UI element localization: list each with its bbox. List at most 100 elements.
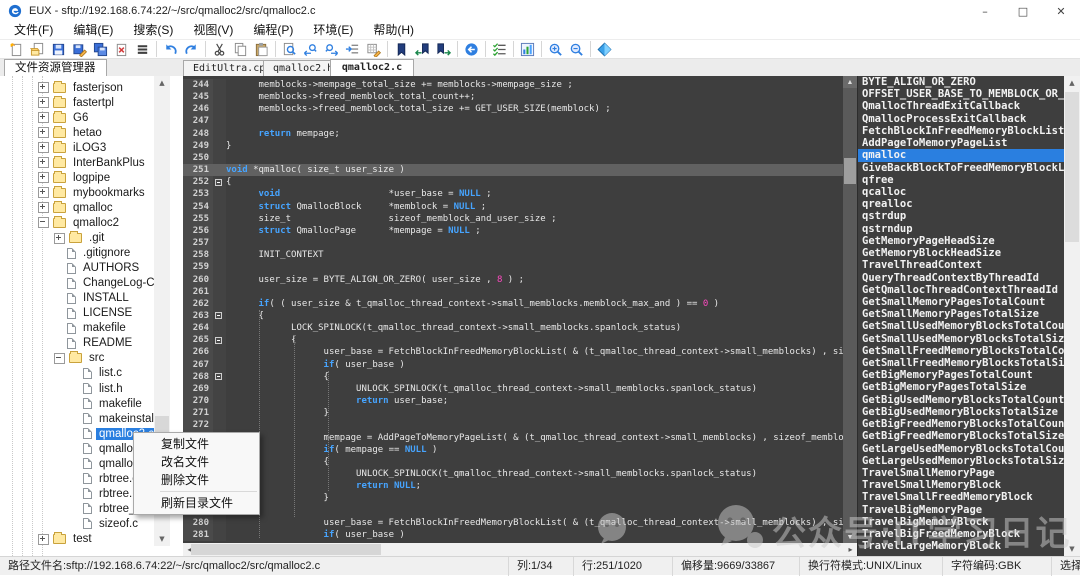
function-list-item-TravelBigMemoryBlock[interactable]: TravelBigMemoryBlock [858,516,1065,528]
tree-item-rbtree.h[interactable]: rbtree.h [70,486,142,501]
redo-button[interactable] [181,40,202,58]
function-list-item-GetBigFreedMemoryBlocksTotalCount[interactable]: GetBigFreedMemoryBlocksTotalCount [858,418,1065,430]
collapse-icon[interactable] [38,217,49,228]
fold-collapse-icon[interactable] [215,179,222,186]
code-editor[interactable]: 244 memblocks->mempage_total_size += mem… [183,76,843,546]
function-list-item-qstrndup[interactable]: qstrndup [858,223,1065,235]
find-next-button[interactable] [321,40,342,58]
tree-item-qmalloc[interactable]: qmalloc [38,200,116,215]
tree-item-LICENSE[interactable]: LICENSE [54,306,135,321]
tree-scroll-up-icon[interactable]: ▲ [154,76,170,90]
bookmark-prev-button[interactable] [412,40,433,58]
editor-h-scrollbar[interactable]: ◂ ▸ [183,543,857,556]
function-list-item-GetBigUsedMemoryBlocksTotalCount[interactable]: GetBigUsedMemoryBlocksTotalCount [858,394,1065,406]
symbols-scrollbar-thumb[interactable] [1065,92,1079,242]
expand-icon[interactable] [38,202,49,213]
tree-item-README[interactable]: README [54,336,135,351]
menu-item-6[interactable]: 帮助(H) [363,22,424,39]
bookmark-button[interactable] [391,40,412,58]
context-menu-item-1[interactable]: 改名文件 [134,453,259,471]
tree-item-.git[interactable]: .git [54,231,107,246]
function-list-item-GetSmallFreedMemoryBlocksTotalCou[interactable]: GetSmallFreedMemoryBlocksTotalCou [858,345,1065,357]
function-list-item-FetchBlockInFreedMemoryBlockList[interactable]: FetchBlockInFreedMemoryBlockList [858,125,1065,137]
tree-item-G6[interactable]: G6 [38,110,91,125]
function-list-item-OFFSET_USER_BASE_TO_MEMBLOCK_OR_N[interactable]: OFFSET_USER_BASE_TO_MEMBLOCK_OR_N [858,88,1065,100]
expand-icon[interactable] [38,112,49,123]
function-list-item-GetSmallMemoryPagesTotalSize[interactable]: GetSmallMemoryPagesTotalSize [858,308,1065,320]
function-list-item-TravelThreadContext[interactable]: TravelThreadContext [858,259,1065,271]
menu-item-3[interactable]: 视图(V) [183,22,243,39]
function-list-item-qmalloc[interactable]: qmalloc [858,149,1065,161]
function-list-item-GetSmallUsedMemoryBlocksTotalSize[interactable]: GetSmallUsedMemoryBlocksTotalSize [858,333,1065,345]
fold-collapse-icon[interactable] [215,373,222,380]
function-list-item-GetSmallMemoryPagesTotalCount[interactable]: GetSmallMemoryPagesTotalCount [858,296,1065,308]
symbols-scroll-up-icon[interactable]: ▲ [1064,76,1080,90]
function-list-item-GetBigFreedMemoryBlocksTotalSize[interactable]: GetBigFreedMemoryBlocksTotalSize [858,430,1065,442]
function-list-item-GetBigMemoryPagesTotalSize[interactable]: GetBigMemoryPagesTotalSize [858,381,1065,393]
back-button[interactable] [461,40,482,58]
h-scrollbar-thumb[interactable] [191,544,381,555]
tree-scroll-down-icon[interactable]: ▼ [154,532,170,546]
tree-item-makefile[interactable]: makefile [70,396,145,411]
expand-icon[interactable] [38,82,49,93]
close-button[interactable]: ✕ [1042,0,1080,22]
paste-button[interactable] [251,40,272,58]
function-list-item-GetLargeUsedMemoryBlocksTotalSize[interactable]: GetLargeUsedMemoryBlocksTotalSize [858,455,1065,467]
tree-item-test[interactable]: test [38,532,95,547]
tree-item-list.h[interactable]: list.h [70,381,126,396]
function-list-item-GetSmallFreedMemoryBlocksTotalSiz[interactable]: GetSmallFreedMemoryBlocksTotalSiz [858,357,1065,369]
save-button[interactable] [48,40,69,58]
function-list-scrollbar[interactable]: ▲ ▼ [1064,76,1080,556]
tree-item-mybookmarks[interactable]: mybookmarks [38,185,148,200]
tree-item-iLOG3[interactable]: iLOG3 [38,140,109,155]
replace-in-files-button[interactable] [363,40,384,58]
sidebar-tab-file-explorer[interactable]: 文件资源管理器 [4,59,107,76]
todo-list-button[interactable] [489,40,510,58]
expand-icon[interactable] [38,187,49,198]
function-list-item-TravelSmallMemoryPage[interactable]: TravelSmallMemoryPage [858,467,1065,479]
tree-item-fasterjson[interactable]: fasterjson [38,80,126,95]
expand-icon[interactable] [38,534,49,545]
save-all-button[interactable] [90,40,111,58]
context-menu-item-2[interactable]: 删除文件 [134,471,259,489]
goto-line-button[interactable] [342,40,363,58]
menu-item-1[interactable]: 编辑(E) [63,22,123,39]
editor-scroll-up-icon[interactable]: ▲ [843,76,857,88]
compare-button[interactable] [594,40,615,58]
expand-icon[interactable] [38,127,49,138]
function-list-item-TravelBigMemoryPage[interactable]: TravelBigMemoryPage [858,504,1065,516]
tree-item-qmalloc2[interactable]: qmalloc2 [38,215,122,230]
function-list-item-BYTE_ALIGN_OR_ZERO[interactable]: BYTE_ALIGN_OR_ZERO [858,76,1065,88]
function-list-item-AddPageToMemoryPageList[interactable]: AddPageToMemoryPageList [858,137,1065,149]
function-list[interactable]: BYTE_ALIGN_OR_ZEROOFFSET_USER_BASE_TO_ME… [857,76,1065,556]
function-list-item-qstrdup[interactable]: qstrdup [858,210,1065,222]
scroll-right-icon[interactable]: ▸ [844,543,857,556]
function-list-item-GiveBackBlockToFreedMemoryBlockLi[interactable]: GiveBackBlockToFreedMemoryBlockLi [858,162,1065,174]
file-list-button[interactable] [132,40,153,58]
tree-item-AUTHORS[interactable]: AUTHORS [54,261,142,276]
tree-item-sizeof.c[interactable]: sizeof.c [70,516,141,531]
tree-item-INSTALL[interactable]: INSTALL [54,291,132,306]
maximize-button[interactable]: □ [1004,0,1042,22]
tree-item-fastertpl[interactable]: fastertpl [38,95,117,110]
function-list-item-QmallocProcessExitCallback[interactable]: QmallocProcessExitCallback [858,113,1065,125]
fold-collapse-icon[interactable] [215,337,222,344]
tree-item-list.c[interactable]: list.c [70,366,125,381]
menu-item-0[interactable]: 文件(F) [4,22,63,39]
zoom-in-button[interactable] [545,40,566,58]
function-list-item-TravelSmallMemoryBlock[interactable]: TravelSmallMemoryBlock [858,479,1065,491]
new-file-button[interactable] [6,40,27,58]
editor-tab-qmalloc2.c[interactable]: qmalloc2.c [330,59,414,76]
undo-button[interactable] [160,40,181,58]
tree-item-InterBankPlus[interactable]: InterBankPlus [38,155,148,170]
menu-item-5[interactable]: 环境(E) [303,22,363,39]
expand-icon[interactable] [54,233,65,244]
find-prev-button[interactable] [300,40,321,58]
tree-item-.gitignore[interactable]: .gitignore [54,246,133,261]
bookmark-next-button[interactable] [433,40,454,58]
function-list-item-GetSmallUsedMemoryBlocksTotalCoun[interactable]: GetSmallUsedMemoryBlocksTotalCoun [858,320,1065,332]
expand-icon[interactable] [38,172,49,183]
editor-scrollbar[interactable]: ▲ ▼ [843,76,857,543]
find-button[interactable] [279,40,300,58]
symbols-scroll-down-icon[interactable]: ▼ [1064,542,1080,556]
